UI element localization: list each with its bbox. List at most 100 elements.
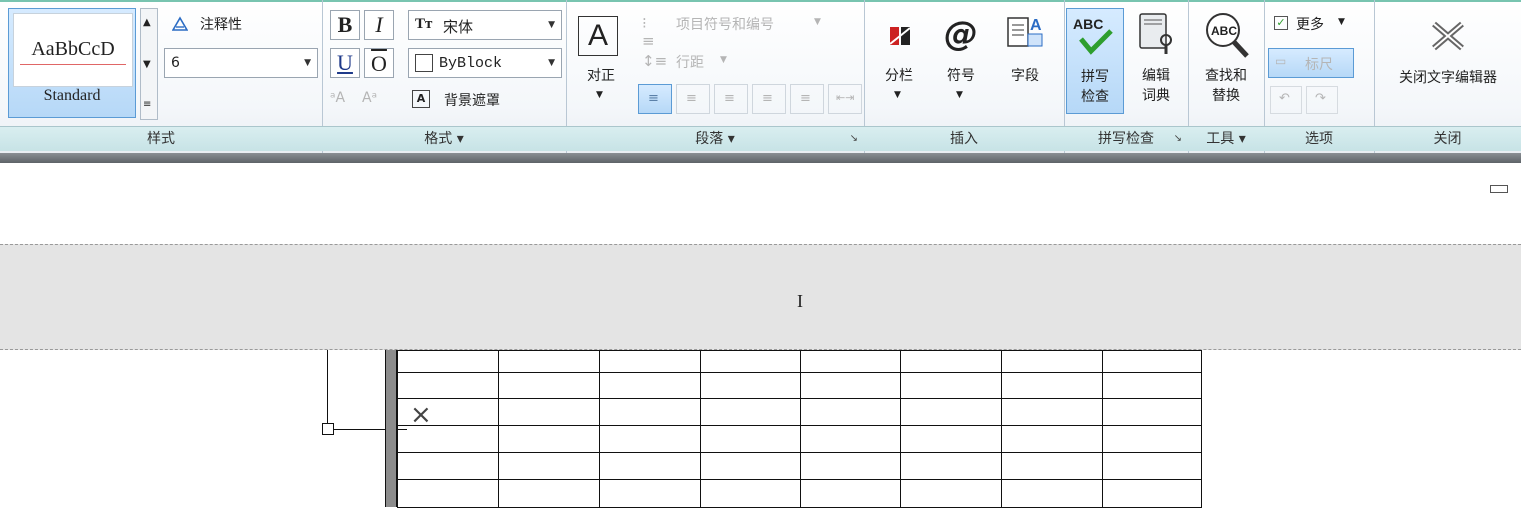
table-cell[interactable] [1001,350,1103,373]
table-cell[interactable] [800,398,901,426]
text-editor-band[interactable]: I [0,244,1521,350]
table-cell[interactable] [800,350,901,373]
ribbon: AaBbCcD Standard ▲ ▼ ≡ 注释性 6 ▼ 样式 B I U … [0,0,1521,154]
table-cell[interactable] [800,372,901,399]
table-cell[interactable] [397,425,499,453]
table-cell[interactable] [498,398,600,426]
table-cell[interactable] [599,350,701,373]
table-cell[interactable] [599,479,701,508]
gallery-down-icon[interactable]: ▼ [143,59,151,70]
table-cell[interactable] [498,452,600,480]
table-cell[interactable] [599,425,701,453]
undo-button[interactable]: ↶ [1270,86,1302,114]
italic-button[interactable]: I [364,10,394,40]
field-label: 字段 [1011,68,1039,84]
align-left-button[interactable]: ≡ [638,84,672,114]
table-cell[interactable] [498,350,600,373]
overline-button[interactable]: O [364,48,394,78]
gallery-up-icon[interactable]: ▲ [143,17,151,28]
table-cell[interactable] [700,425,801,453]
table-cell[interactable] [397,398,499,426]
redo-button[interactable]: ↷ [1306,86,1338,114]
text-height-combo[interactable]: 6 ▼ [164,48,318,78]
table-cell[interactable] [1102,479,1202,508]
distribute-button[interactable]: ≡ [790,84,824,114]
panel-expand-icon[interactable]: ▾ [728,131,735,147]
style-gallery-item[interactable]: AaBbCcD Standard [8,8,136,118]
stack-icon[interactable]: ᵃA [330,90,345,106]
paragraph-panel-title: 段落 ▾ ↘ [566,126,864,151]
annotative-label: 注释性 [200,17,242,33]
table-cell[interactable] [1001,479,1103,508]
table-cell[interactable] [397,452,499,480]
tools-panel-title-text: 工具 [1206,131,1235,147]
table-cell[interactable] [397,372,499,399]
minimize-ribbon-icon[interactable] [1490,185,1508,193]
svg-text:ABC: ABC [1211,24,1237,38]
table-cell[interactable] [1102,425,1202,453]
underline-button[interactable]: U [330,48,360,78]
table-cell[interactable] [700,398,801,426]
align-center-button[interactable]: ≡ [676,84,710,114]
gallery-expand-icon[interactable]: ≡ [143,99,151,110]
close-text-editor-button[interactable]: 关闭文字编辑器 [1378,10,1518,106]
panel-expand-icon[interactable]: ▾ [1239,131,1246,147]
dialog-launcher-icon[interactable]: ↘ [850,127,858,151]
format-panel-title: 格式 ▾ [322,126,566,151]
spell-check-button[interactable]: ABC 拼写 检查 [1066,8,1124,114]
table-cell[interactable] [1102,398,1202,426]
table-cell[interactable] [1001,398,1103,426]
table-cell[interactable] [900,350,1002,373]
table-cell[interactable] [1102,350,1202,373]
table-cell[interactable] [900,452,1002,480]
paragraph-settings-button[interactable]: ⇤⇥ [828,84,862,114]
ruler-toggle[interactable]: ▭ 标尺 [1268,48,1354,78]
table-cell[interactable] [800,425,901,453]
table-cell[interactable] [1102,452,1202,480]
columns-button[interactable]: 分栏 ▼ [876,14,922,102]
table-cell[interactable] [700,350,801,373]
chevron-down-icon: ▼ [956,90,963,100]
table-cell[interactable] [498,479,600,508]
dialog-launcher-icon[interactable]: ↘ [1174,127,1182,151]
table-cell[interactable] [900,479,1002,508]
table-cell[interactable] [599,452,701,480]
symbol-button[interactable]: @ 符号 ▼ [938,14,984,102]
format-panel-title-text: 格式 [424,131,453,147]
table-cell[interactable] [1001,372,1103,399]
paragraph-settings-icon: ⇤⇥ [836,91,855,104]
table-cell[interactable] [397,350,499,373]
table-cell[interactable] [1001,425,1103,453]
table-cell[interactable] [498,372,600,399]
justify-align-button[interactable]: ≡ [752,84,786,114]
table-cell[interactable] [700,372,801,399]
table-cell[interactable] [1001,452,1103,480]
chevron-down-icon: ▼ [548,20,555,30]
table-cell[interactable] [700,452,801,480]
table-cell[interactable] [599,398,701,426]
grip-square[interactable] [322,423,334,435]
field-button[interactable]: A 字段 [1002,14,1048,102]
table-cell[interactable] [900,398,1002,426]
table-cell[interactable] [599,372,701,399]
table-row-handle-bar[interactable] [385,350,397,507]
font-combo[interactable]: Tт 宋体 ▼ [408,10,562,40]
table-cell[interactable] [498,425,600,453]
edit-dictionary-button[interactable]: 编辑 词典 [1128,8,1184,114]
table-cell[interactable] [800,479,901,508]
find-replace-button[interactable]: ABC 查找和 替换 [1192,8,1260,114]
table-cell[interactable] [397,479,499,508]
table-cell[interactable] [1102,372,1202,399]
color-combo[interactable]: ByBlock ▼ [408,48,562,78]
table-cell[interactable] [700,479,801,508]
justify-button[interactable]: A 对正 ▼ [576,12,626,102]
unstack-icon[interactable]: Aᵃ [362,90,377,106]
styles-panel: AaBbCcD Standard ▲ ▼ ≡ 注释性 6 ▼ 样式 [0,0,323,153]
table-cell[interactable] [900,425,1002,453]
panel-expand-icon[interactable]: ▾ [457,131,464,147]
table-cell[interactable] [900,372,1002,399]
table-cell[interactable] [800,452,901,480]
bold-button[interactable]: B [330,10,360,40]
styles-panel-title: 样式 [0,126,322,151]
align-right-button[interactable]: ≡ [714,84,748,114]
